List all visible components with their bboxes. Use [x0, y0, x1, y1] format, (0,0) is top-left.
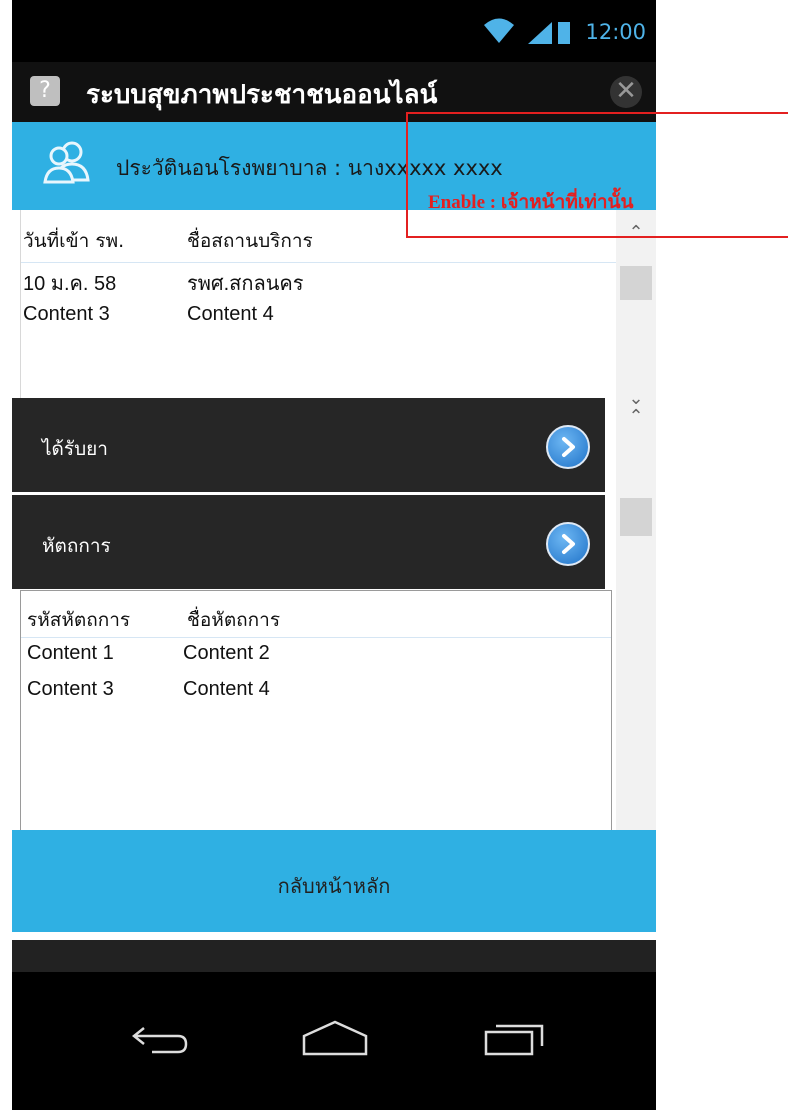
scrollbar[interactable]: ⌃ ⌄ ⌃ ⌄: [616, 210, 656, 898]
phone-screen: 12:00 ? ระบบสุขภาพประชาชนออนไลน์ ✕ ประวั…: [12, 0, 656, 1110]
column-header-procedure-name: ชื่อหัตถการ: [187, 609, 281, 631]
table-row[interactable]: Content 3 Content 4: [21, 674, 611, 710]
wifi-icon: [484, 18, 514, 43]
battery-icon: [558, 22, 570, 44]
recent-apps-icon[interactable]: [484, 1020, 546, 1056]
table-row[interactable]: Content 1 Content 2: [21, 638, 611, 674]
table-cell: 10 ม.ค. 58: [23, 273, 117, 295]
table-cell: Content 4: [183, 678, 270, 700]
admissions-table: วันที่เข้า รพ. ชื่อสถานบริการ 10 ม.ค. 58…: [20, 210, 617, 398]
signal-icon: [528, 22, 552, 44]
accordion-label: หัตถการ: [42, 535, 111, 557]
help-icon[interactable]: ?: [30, 76, 60, 106]
table-header: รหัสหัตถการ ชื่อหัตถการ: [21, 591, 611, 638]
android-nav-bar: [12, 940, 656, 1110]
scroll-up-icon[interactable]: ⌃: [616, 222, 656, 243]
table-cell: Content 2: [183, 642, 270, 664]
home-icon[interactable]: [302, 1020, 368, 1056]
annotation-line: [406, 112, 788, 114]
users-icon: [43, 141, 90, 184]
table-cell: รพศ.สกลนคร: [187, 273, 304, 295]
table-row[interactable]: Content 3 Content 4: [21, 299, 617, 335]
scroll-up-icon[interactable]: ⌃: [616, 406, 656, 427]
close-icon[interactable]: ✕: [610, 76, 642, 108]
accordion-medicines[interactable]: ได้รับยา: [12, 398, 605, 492]
table-cell: Content 4: [187, 303, 274, 325]
procedures-table: รหัสหัตถการ ชื่อหัตถการ Content 1 Conten…: [20, 590, 612, 838]
scrollbar-thumb[interactable]: [620, 498, 652, 536]
annotation-text: Enable : เจ้าหน้าที่เท่านั้น: [428, 192, 634, 213]
column-header-admit-date: วันที่เข้า รพ.: [23, 230, 125, 252]
scrollbar-thumb[interactable]: [620, 266, 652, 300]
home-button[interactable]: กลับหน้าหลัก: [12, 830, 656, 932]
home-button-label: กลับหน้าหลัก: [277, 874, 391, 898]
annotation-line: [406, 236, 788, 238]
table-cell: Content 3: [27, 678, 114, 700]
section-title: ประวัตินอนโรงพยาบาล : นางxxxxx xxxx: [116, 156, 503, 180]
nav-divider: [12, 940, 656, 972]
chevron-right-icon[interactable]: [546, 425, 590, 469]
accordion-label: ได้รับยา: [42, 438, 108, 460]
table-cell: Content 3: [23, 303, 110, 325]
table-row[interactable]: 10 ม.ค. 58 รพศ.สกลนคร: [21, 263, 617, 299]
annotation-line: [406, 112, 408, 238]
back-icon[interactable]: [130, 1020, 190, 1056]
table-cell: Content 1: [27, 642, 114, 664]
accordion-procedures[interactable]: หัตถการ: [12, 495, 605, 589]
clock: 12:00: [585, 20, 646, 44]
chevron-right-icon[interactable]: [546, 522, 590, 566]
column-header-facility: ชื่อสถานบริการ: [187, 230, 313, 252]
app-title: ระบบสุขภาพประชาชนออนไลน์: [86, 80, 438, 110]
status-bar: 12:00: [12, 0, 656, 62]
column-header-procedure-code: รหัสหัตถการ: [27, 609, 131, 631]
